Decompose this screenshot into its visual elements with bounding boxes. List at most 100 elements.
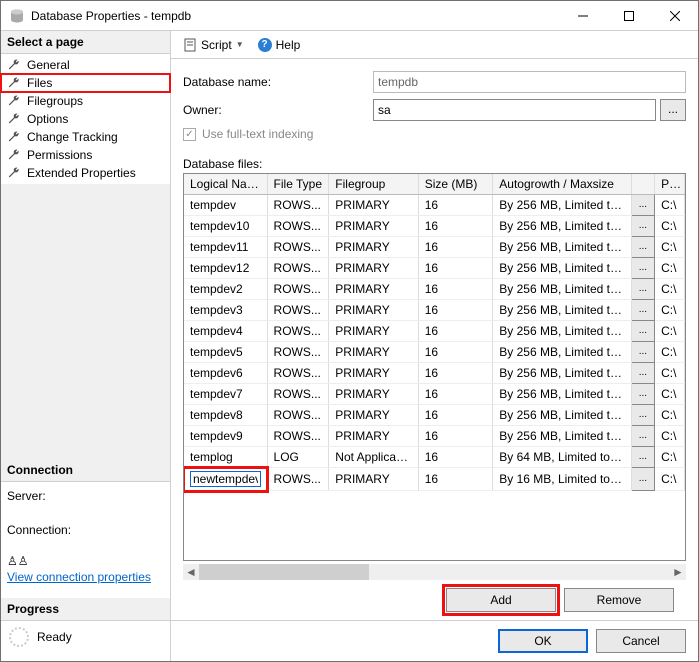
cell-filegroup[interactable]: PRIMARY	[329, 426, 418, 447]
cell-path[interactable]: C:\	[655, 405, 685, 426]
cell-filegroup[interactable]: PRIMARY	[329, 195, 418, 216]
sidebar-item-change-tracking[interactable]: Change Tracking	[1, 128, 170, 146]
maximize-button[interactable]	[606, 1, 652, 30]
cell-filetype[interactable]: ROWS...	[267, 237, 329, 258]
remove-button[interactable]: Remove	[564, 588, 674, 612]
cell-filegroup[interactable]: Not Applicable	[329, 447, 418, 468]
autogrowth-browse-button[interactable]: ...	[631, 447, 654, 468]
cell-filegroup[interactable]: PRIMARY	[329, 405, 418, 426]
cell-filegroup[interactable]: PRIMARY	[329, 237, 418, 258]
table-row[interactable]: tempdev6ROWS...PRIMARY16By 256 MB, Limit…	[184, 363, 685, 384]
cell-path[interactable]: C:\	[655, 195, 685, 216]
cell-filetype[interactable]: ROWS...	[267, 363, 329, 384]
cell-logical[interactable]: tempdev4	[184, 321, 267, 342]
scroll-left-icon[interactable]: ◄	[183, 564, 199, 580]
cell-size[interactable]: 16	[418, 384, 493, 405]
col-filetype[interactable]: File Type	[267, 174, 329, 195]
autogrowth-browse-button[interactable]: ...	[631, 342, 654, 363]
cell-autogrowth[interactable]: By 256 MB, Limited to ...	[493, 300, 631, 321]
autogrowth-browse-button[interactable]: ...	[631, 468, 654, 491]
cell-filetype[interactable]: ROWS...	[267, 195, 329, 216]
table-row[interactable]: tempdev7ROWS...PRIMARY16By 256 MB, Limit…	[184, 384, 685, 405]
cell-path[interactable]: C:\	[655, 468, 685, 491]
cell-autogrowth[interactable]: By 16 MB, Limited to 2...	[493, 468, 631, 491]
cell-size[interactable]: 16	[418, 216, 493, 237]
autogrowth-browse-button[interactable]: ...	[631, 321, 654, 342]
col-autogrowth[interactable]: Autogrowth / Maxsize	[493, 174, 631, 195]
autogrowth-browse-button[interactable]: ...	[631, 237, 654, 258]
cell-size[interactable]: 16	[418, 321, 493, 342]
cell-path[interactable]: C:\	[655, 384, 685, 405]
cell-filegroup[interactable]: PRIMARY	[329, 468, 418, 491]
cell-path[interactable]: C:\	[655, 363, 685, 384]
cell-size[interactable]: 16	[418, 237, 493, 258]
cell-filetype[interactable]: ROWS...	[267, 405, 329, 426]
close-button[interactable]	[652, 1, 698, 30]
sidebar-item-files[interactable]: Files	[1, 74, 170, 92]
cell-filegroup[interactable]: PRIMARY	[329, 258, 418, 279]
cell-logical[interactable]: tempdev7	[184, 384, 267, 405]
cell-logical[interactable]: tempdev5	[184, 342, 267, 363]
autogrowth-browse-button[interactable]: ...	[631, 363, 654, 384]
table-row[interactable]: templogLOGNot Applicable16By 64 MB, Limi…	[184, 447, 685, 468]
col-logical[interactable]: Logical Name	[184, 174, 267, 195]
cell-size[interactable]: 16	[418, 258, 493, 279]
ok-button[interactable]: OK	[498, 629, 588, 653]
scroll-thumb[interactable]	[199, 564, 369, 580]
cell-filegroup[interactable]: PRIMARY	[329, 300, 418, 321]
cell-filetype[interactable]: ROWS...	[267, 426, 329, 447]
table-row[interactable]: tempdev11ROWS...PRIMARY16By 256 MB, Limi…	[184, 237, 685, 258]
cell-filegroup[interactable]: PRIMARY	[329, 384, 418, 405]
cell-autogrowth[interactable]: By 256 MB, Limited to ...	[493, 342, 631, 363]
cell-filegroup[interactable]: PRIMARY	[329, 279, 418, 300]
table-row[interactable]: tempdev8ROWS...PRIMARY16By 256 MB, Limit…	[184, 405, 685, 426]
cell-logical[interactable]: tempdev8	[184, 405, 267, 426]
cell-size[interactable]: 16	[418, 405, 493, 426]
autogrowth-browse-button[interactable]: ...	[631, 405, 654, 426]
cell-autogrowth[interactable]: By 256 MB, Limited to ...	[493, 363, 631, 384]
cancel-button[interactable]: Cancel	[596, 629, 686, 653]
cell-autogrowth[interactable]: By 256 MB, Limited to ...	[493, 237, 631, 258]
sidebar-item-permissions[interactable]: Permissions	[1, 146, 170, 164]
cell-path[interactable]: C:\	[655, 321, 685, 342]
cell-filetype[interactable]: ROWS...	[267, 384, 329, 405]
table-row[interactable]: tempdev9ROWS...PRIMARY16By 256 MB, Limit…	[184, 426, 685, 447]
owner-input[interactable]	[373, 99, 656, 121]
autogrowth-browse-button[interactable]: ...	[631, 195, 654, 216]
cell-path[interactable]: C:\	[655, 426, 685, 447]
cell-path[interactable]: C:\	[655, 342, 685, 363]
cell-filegroup[interactable]: PRIMARY	[329, 363, 418, 384]
cell-size[interactable]: 16	[418, 363, 493, 384]
dbfiles-grid[interactable]: Logical Name File Type Filegroup Size (M…	[183, 173, 686, 561]
cell-filetype[interactable]: ROWS...	[267, 300, 329, 321]
col-filegroup[interactable]: Filegroup	[329, 174, 418, 195]
cell-filetype[interactable]: ROWS...	[267, 321, 329, 342]
table-row[interactable]: tempdev2ROWS...PRIMARY16By 256 MB, Limit…	[184, 279, 685, 300]
cell-logical[interactable]: tempdev9	[184, 426, 267, 447]
table-row[interactable]: tempdev3ROWS...PRIMARY16By 256 MB, Limit…	[184, 300, 685, 321]
col-path[interactable]: Path	[655, 174, 685, 195]
cell-logical[interactable]: tempdev11	[184, 237, 267, 258]
sidebar-item-filegroups[interactable]: Filegroups	[1, 92, 170, 110]
cell-logical[interactable]: tempdev6	[184, 363, 267, 384]
cell-autogrowth[interactable]: By 256 MB, Limited to ...	[493, 384, 631, 405]
sidebar-item-options[interactable]: Options	[1, 110, 170, 128]
cell-autogrowth[interactable]: By 256 MB, Limited to ...	[493, 405, 631, 426]
cell-logical[interactable]: templog	[184, 447, 267, 468]
cell-autogrowth[interactable]: By 256 MB, Limited to ...	[493, 321, 631, 342]
cell-logical[interactable]: tempdev10	[184, 216, 267, 237]
cell-filetype[interactable]: ROWS...	[267, 216, 329, 237]
cell-filetype[interactable]: ROWS...	[267, 342, 329, 363]
cell-autogrowth[interactable]: By 64 MB, Limited to 1...	[493, 447, 631, 468]
cell-autogrowth[interactable]: By 256 MB, Limited to ...	[493, 195, 631, 216]
cell-logical[interactable]: tempdev12	[184, 258, 267, 279]
script-button[interactable]: Script ▼	[179, 36, 248, 54]
cell-size[interactable]: 16	[418, 279, 493, 300]
cell-filetype[interactable]: LOG	[267, 447, 329, 468]
minimize-button[interactable]	[560, 1, 606, 30]
add-button[interactable]: Add	[446, 588, 556, 612]
cell-size[interactable]: 16	[418, 342, 493, 363]
cell-filegroup[interactable]: PRIMARY	[329, 216, 418, 237]
cell-autogrowth[interactable]: By 256 MB, Limited to ...	[493, 426, 631, 447]
col-size[interactable]: Size (MB)	[418, 174, 493, 195]
